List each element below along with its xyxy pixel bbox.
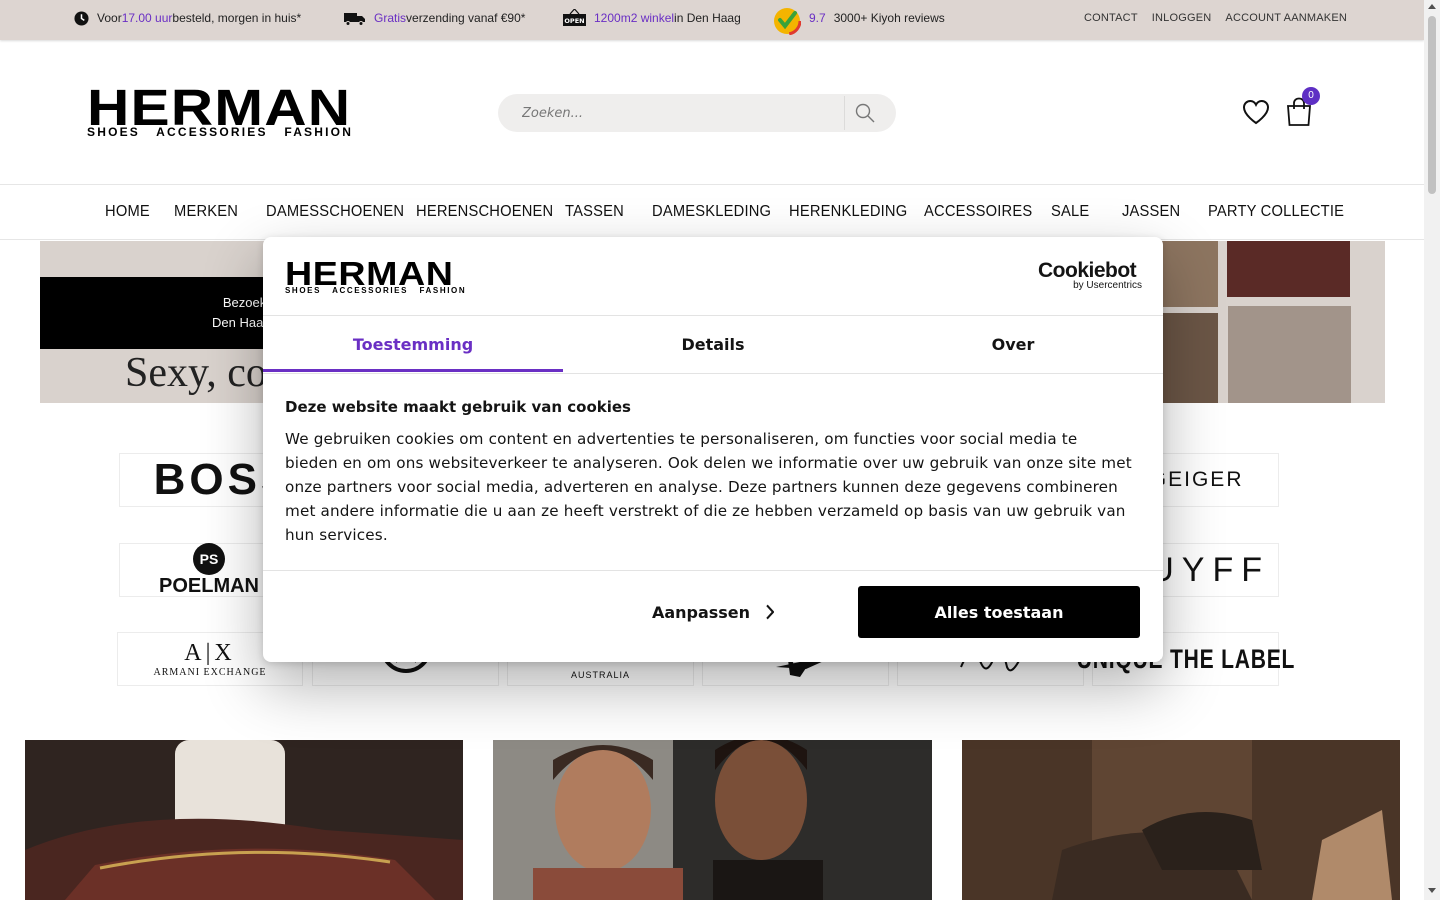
allow-all-button[interactable]: Alles toestaan <box>858 586 1140 638</box>
category-tile-womens-clothing[interactable] <box>493 740 932 900</box>
truck-icon <box>344 12 365 26</box>
usp-reviews[interactable]: 9.7 3000+ Kiyoh reviews <box>773 0 945 36</box>
tab-about[interactable]: Over <box>863 316 1163 372</box>
cookiebot-logo[interactable]: Cookiebot by Usercentrics <box>1038 259 1142 293</box>
armani-wordmark: ARMANI EXCHANGE <box>153 667 267 678</box>
main-navigation: HOME MERKEN DAMESSCHOENEN HERENSCHOENEN … <box>0 185 1424 240</box>
cookie-description: We gebruiken cookies om content en adver… <box>285 430 1132 544</box>
search-divider <box>844 96 845 130</box>
usp-delivery: Voor 17.00 uur besteld, morgen in huis* <box>74 0 301 36</box>
cookie-title: Deze website maakt gebruik van cookies <box>285 398 631 416</box>
nav-item-party-collectie[interactable]: PARTY COLLECTIE <box>1208 203 1344 221</box>
scroll-up-arrow-icon[interactable] <box>1428 4 1436 9</box>
tab-consent[interactable]: Toestemming <box>263 316 563 372</box>
site-logo[interactable]: HERMAN SHOES ACCESSORIES FASHION <box>87 82 355 140</box>
svg-text:OPEN: OPEN <box>564 17 584 25</box>
nav-item-sale[interactable]: SALE <box>1051 203 1089 221</box>
nav-item-tassen[interactable]: TASSEN <box>565 203 624 221</box>
nav-item-jassen[interactable]: JASSEN <box>1122 203 1180 221</box>
usp-store-highlight: 1200m2 winkel <box>594 11 675 25</box>
search-icon[interactable] <box>854 102 876 124</box>
contact-link[interactable]: CONTACT <box>1084 12 1138 24</box>
nav-item-dameskleding[interactable]: DAMESKLEDING <box>652 203 771 221</box>
customize-button[interactable]: Aanpassen <box>578 587 848 637</box>
scrollbar-thumb[interactable] <box>1428 16 1436 194</box>
account-links: CONTACT INLOGGEN ACCOUNT AANMAKEN <box>1084 0 1347 36</box>
active-tab-indicator <box>263 369 563 372</box>
kiyoh-icon <box>773 7 801 35</box>
clock-icon <box>74 10 89 26</box>
dialog-divider-bottom <box>263 570 1163 571</box>
review-rating: 9.7 <box>809 11 826 25</box>
logo-wordmark: HERMAN <box>87 79 352 136</box>
cruyff-wordmark: UYFF <box>1149 550 1270 589</box>
banner-photo-bag <box>1227 241 1350 297</box>
category-tile-shoes[interactable] <box>962 740 1400 900</box>
bag-photo <box>25 740 463 900</box>
dialog-brand-logo: HERMAN SHOES ACCESSORIES FASHION <box>285 257 465 295</box>
page-scrollbar[interactable] <box>1424 0 1440 900</box>
banner-photo-shoes <box>1162 313 1218 403</box>
usp-store-post: in Den Haag <box>674 11 741 25</box>
ps-badge: PS <box>193 542 225 575</box>
nav-item-merken[interactable]: MERKEN <box>174 203 238 221</box>
search-input[interactable] <box>522 94 822 132</box>
usp-shipping: Gratis verzending vanaf €90* <box>344 0 525 36</box>
ax-mark: A|X <box>184 640 236 666</box>
search-bar <box>498 94 896 132</box>
usp-shipping-post: verzending vanaf €90* <box>406 11 526 25</box>
cookie-consent-dialog: HERMAN SHOES ACCESSORIES FASHION Cookieb… <box>263 237 1163 662</box>
create-account-link[interactable]: ACCOUNT AANMAKEN <box>1225 12 1347 24</box>
top-bar: Voor 17.00 uur besteld, morgen in huis* … <box>0 0 1424 40</box>
wallabi-country: AUSTRALIA <box>570 670 630 680</box>
usp-store: OPEN 1200m2 winkel in Den Haag <box>563 0 741 36</box>
usp-delivery-pre: Voor <box>97 11 122 25</box>
usp-shipping-highlight: Gratis <box>374 11 407 25</box>
poelman-wordmark: POELMAN <box>159 574 259 597</box>
banner-photo-boots <box>1162 241 1218 307</box>
scroll-down-arrow-icon[interactable] <box>1428 888 1436 893</box>
category-tile-bags[interactable] <box>25 740 463 900</box>
nav-item-herenschoenen[interactable]: HERENSCHOENEN <box>416 203 553 221</box>
nav-item-home[interactable]: HOME <box>105 203 150 221</box>
usp-delivery-post: besteld, morgen in huis* <box>172 11 302 25</box>
customize-label: Aanpassen <box>651 602 751 622</box>
nav-item-damesschoenen[interactable]: DAMESSCHOENEN <box>266 203 404 221</box>
chevron-right-icon <box>766 604 775 620</box>
open-sign-icon: OPEN <box>563 9 586 26</box>
tab-details[interactable]: Details <box>563 316 863 372</box>
login-link[interactable]: INLOGGEN <box>1152 12 1212 24</box>
dialog-logo-wordmark: HERMAN <box>285 255 454 292</box>
models-photo <box>493 740 932 900</box>
nav-item-herenkleding[interactable]: HERENKLEDING <box>789 203 907 221</box>
usp-delivery-highlight: 17.00 uur <box>121 11 173 25</box>
sandals-photo <box>962 740 1400 900</box>
nav-item-accessoires[interactable]: ACCESSOIRES <box>924 203 1032 221</box>
review-text: 3000+ Kiyoh reviews <box>833 11 945 25</box>
banner-photo-model <box>1228 306 1351 403</box>
heart-icon[interactable] <box>1242 99 1270 125</box>
cart-count-badge: 0 <box>1302 87 1320 105</box>
banner-headline: Sexy, co <box>125 350 267 396</box>
dialog-divider-tabs <box>263 373 1163 374</box>
